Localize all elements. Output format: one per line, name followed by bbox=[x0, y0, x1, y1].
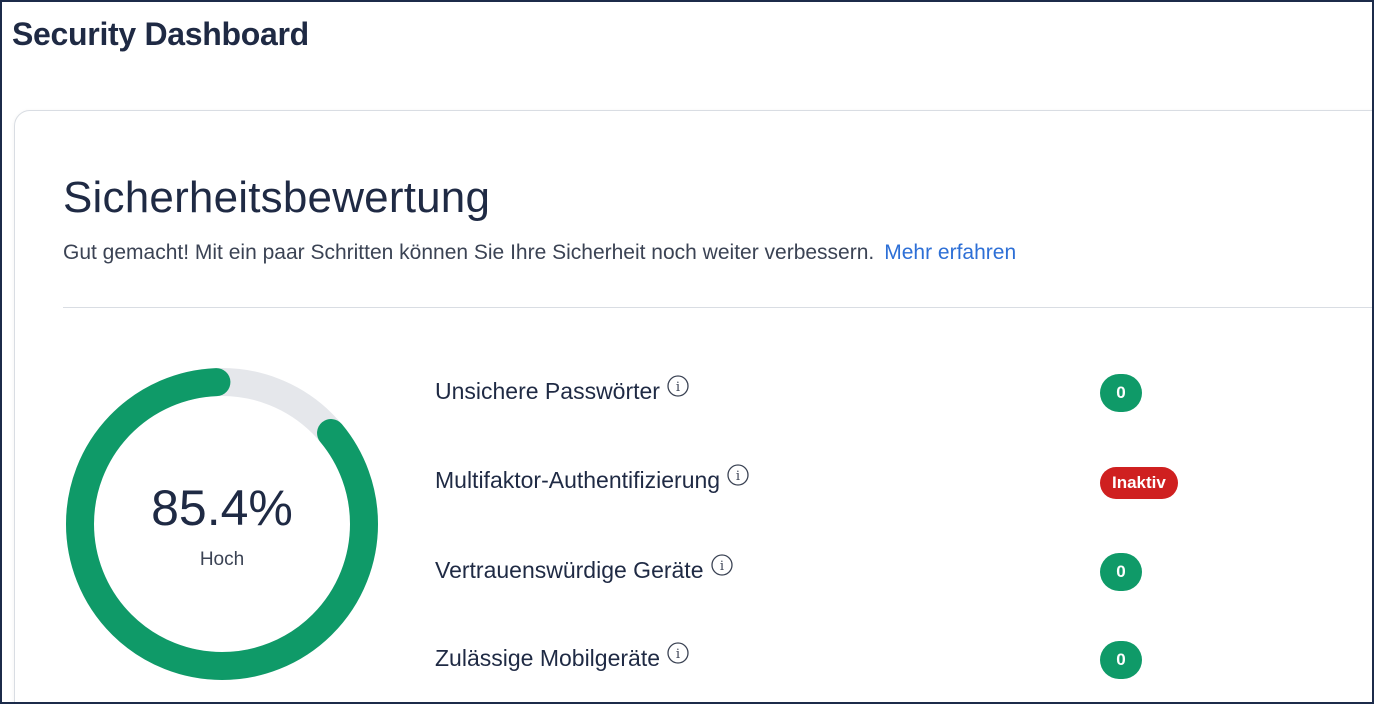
dashboard-window: Security Dashboard Sicherheitsbewertung … bbox=[0, 0, 1374, 704]
metric-label: Unsichere Passwörter i bbox=[435, 375, 690, 405]
metric-row-trusted-devices: Vertrauenswürdige Geräte i 0 bbox=[435, 553, 1335, 593]
metric-label-text: Unsichere Passwörter bbox=[435, 378, 660, 404]
count-badge: 0 bbox=[1100, 374, 1142, 412]
metric-label: Zulässige Mobilgeräte i bbox=[435, 642, 690, 672]
metric-label-text: Vertrauenswürdige Geräte bbox=[435, 557, 704, 583]
svg-text:i: i bbox=[676, 647, 680, 662]
score-value: 85.4% bbox=[151, 480, 293, 536]
count-badge: 0 bbox=[1100, 641, 1142, 679]
metric-label-text: Zulässige Mobilgeräte bbox=[435, 645, 661, 671]
metric-row-allowed-mobile-devices: Zulässige Mobilgeräte i 0 bbox=[435, 641, 1335, 681]
learn-more-link[interactable]: Mehr erfahren bbox=[884, 241, 1016, 264]
subtitle-text: Gut gemacht! Mit ein paar Schritten könn… bbox=[63, 241, 875, 264]
score-level-label: Hoch bbox=[199, 549, 245, 570]
svg-text:i: i bbox=[736, 469, 740, 484]
metric-label-text: Multifaktor-Authentifizierung bbox=[435, 467, 721, 493]
security-score-card: Sicherheitsbewertung Gut gemacht! Mit ei… bbox=[14, 110, 1372, 702]
info-circle-icon[interactable]: i bbox=[666, 374, 690, 404]
card-subtitle: Gut gemacht! Mit ein paar Schritten könn… bbox=[63, 241, 1016, 265]
metric-label: Vertrauenswürdige Geräte i bbox=[435, 554, 734, 584]
divider bbox=[63, 307, 1372, 308]
svg-text:i: i bbox=[676, 380, 680, 395]
metric-label: Multifaktor-Authentifizierung i bbox=[435, 464, 750, 494]
card-title: Sicherheitsbewertung bbox=[63, 173, 491, 222]
score-gauge: 85.4% Hoch bbox=[63, 365, 381, 683]
count-badge: 0 bbox=[1100, 553, 1142, 591]
metric-row-mfa: Multifaktor-Authentifizierung i Inaktiv bbox=[435, 463, 1335, 503]
status-badge: Inaktiv bbox=[1100, 467, 1178, 499]
metric-row-insecure-passwords: Unsichere Passwörter i 0 bbox=[435, 374, 1335, 414]
info-circle-icon[interactable]: i bbox=[666, 641, 690, 671]
page-title: Security Dashboard bbox=[12, 16, 309, 52]
svg-text:i: i bbox=[719, 559, 723, 574]
info-circle-icon[interactable]: i bbox=[710, 553, 734, 583]
info-circle-icon[interactable]: i bbox=[726, 463, 750, 493]
